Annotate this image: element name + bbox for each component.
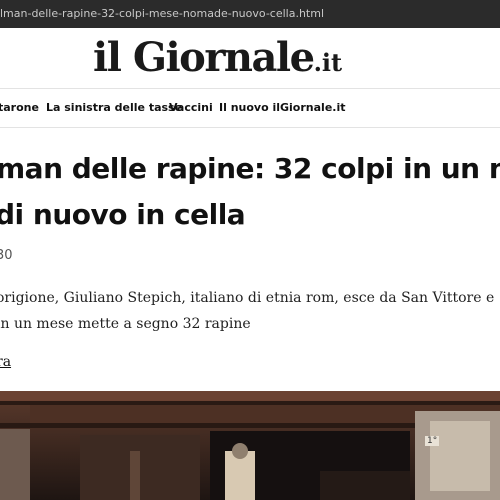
summary-line-1: origione, Giuliano Stepich, italiano di … [0, 290, 495, 306]
headline-line-1: man delle rapine: 32 colpi in un m [0, 152, 500, 185]
logo-tld: .it [313, 48, 343, 77]
article-summary: origione, Giuliano Stepich, italiano di … [0, 285, 500, 337]
article-headline[interactable]: man delle rapine: 32 colpi in un m di nu… [0, 146, 500, 238]
nav-item-sinistra-tasse[interactable]: La sinistra delle tasse [46, 101, 182, 114]
site-logo[interactable]: il Giornale.it [93, 34, 342, 81]
headline-line-2: di nuovo in cella [0, 198, 246, 231]
nav-item-nuovo-ilgiornale[interactable]: Il nuovo ilGiornale.it [219, 101, 345, 114]
summary-line-2: in un mese mette a segno 32 rapine [0, 316, 251, 332]
url-text[interactable]: lman-delle-rapine-32-colpi-mese-nomade-n… [0, 7, 324, 20]
site-header: il Giornale.it [0, 28, 500, 88]
logo-wordmark: il Giornale [93, 34, 315, 81]
read-more-link[interactable]: ra [0, 354, 11, 370]
top-nav: tarone La sinistra delle tasse Vaccini I… [0, 88, 500, 128]
photo-sign: 1° [425, 436, 440, 446]
browser-address-bar[interactable]: lman-delle-rapine-32-colpi-mese-nomade-n… [0, 0, 500, 29]
article-date: 30 [0, 248, 13, 263]
nav-item-tarone[interactable]: tarone [0, 101, 39, 114]
nav-item-vaccini[interactable]: Vaccini [169, 101, 213, 114]
article-photo[interactable]: 1° [0, 391, 500, 500]
